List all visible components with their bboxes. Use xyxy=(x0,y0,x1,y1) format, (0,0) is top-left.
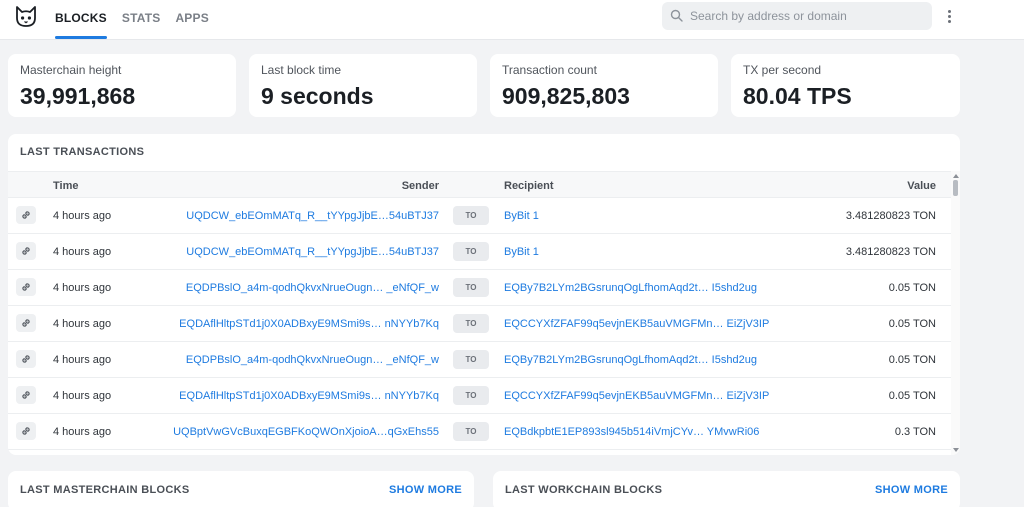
tx-sender-link[interactable]: UQDCW_ebEOmMATq_R__tYYpgJjbE…54uBTJ37 xyxy=(186,210,439,222)
cat-logo-icon[interactable] xyxy=(14,5,38,29)
link-button[interactable] xyxy=(16,206,36,224)
tx-time: 4 hours ago xyxy=(53,390,112,402)
tx-recipient-link[interactable]: EQBy7B2LYm2BGsrunqOgLfhomAqd2t… I5shd2ug xyxy=(504,282,757,294)
stat-card-tps: TX per second 80.04 TPS xyxy=(731,54,960,117)
table-row: 4 hours ago UQBptVwGVcBuxqEGBFKoQWOnXjoio… xyxy=(8,414,951,450)
table-row: 4 hours ago UQDCW_ebEOmMATq_R__tYYpgJjbE…… xyxy=(8,234,951,270)
stat-value: 9 seconds xyxy=(261,83,374,109)
tx-recipient-link[interactable]: ByBit 1 xyxy=(504,246,539,258)
tx-value: 0.05 TON xyxy=(888,318,936,330)
tx-recipient-link[interactable]: EQBy7B2LYm2BGsrunqOgLfhomAqd2t… I5shd2ug xyxy=(504,354,757,366)
column-sender: Sender xyxy=(401,180,439,192)
link-icon xyxy=(22,247,30,255)
table-row: 4 hours ago EQDPBslO_a4m-qodhQkvxNrueOugn… xyxy=(8,342,951,378)
tx-recipient-link[interactable]: EQCCYXfZFAF99q5evjnEKB5auVMGFMn… EiZjV3I… xyxy=(504,390,769,402)
table-row: 4 hours ago EQDPBslO_a4m-qodhQkvxNrueOugn… xyxy=(8,270,951,306)
to-badge: TO xyxy=(453,350,489,369)
to-badge: TO xyxy=(453,422,489,441)
to-badge: TO xyxy=(453,278,489,297)
tx-value: 0.3 TON xyxy=(894,426,936,438)
stat-value: 909,825,803 xyxy=(502,83,630,109)
scroll-down-icon[interactable] xyxy=(953,448,959,452)
panel-title: LAST WORKCHAIN BLOCKS xyxy=(505,484,663,496)
link-button[interactable] xyxy=(16,314,36,332)
to-badge: TO xyxy=(453,206,489,225)
link-icon xyxy=(22,427,30,435)
tx-recipient-link[interactable]: ByBit 1 xyxy=(504,210,539,222)
column-recipient: Recipient xyxy=(504,180,554,192)
show-more-masterchain-button[interactable]: SHOW MORE xyxy=(389,484,462,496)
stat-label: Masterchain height xyxy=(20,63,122,77)
tx-recipient-link[interactable]: EQCCYXfZFAF99q5evjnEKB5auVMGFMn… EiZjV3I… xyxy=(504,318,769,330)
link-button[interactable] xyxy=(16,386,36,404)
stat-value: 80.04 TPS xyxy=(743,83,852,109)
tx-value: 0.05 TON xyxy=(888,390,936,402)
link-button[interactable] xyxy=(16,350,36,368)
stat-label: Transaction count xyxy=(502,63,597,77)
stat-value: 39,991,868 xyxy=(20,83,136,109)
tx-time: 4 hours ago xyxy=(53,426,112,438)
more-vertical-icon[interactable] xyxy=(942,8,956,26)
search-box xyxy=(662,2,932,30)
tx-value: 3.481280823 TON xyxy=(845,210,936,222)
link-icon xyxy=(22,211,30,219)
link-button[interactable] xyxy=(16,242,36,260)
tx-value: 0.05 TON xyxy=(888,282,936,294)
stat-card-transaction-count: Transaction count 909,825,803 xyxy=(490,54,718,117)
main-nav: BLOCKS STATS APPS xyxy=(55,0,224,40)
tab-stats[interactable]: STATS xyxy=(122,0,161,40)
tx-sender-link[interactable]: EQDAflHltpSTd1j0X0ADBxyE9MSmi9s… nNYYb7K… xyxy=(179,318,439,330)
stat-label: Last block time xyxy=(261,63,342,77)
search-input[interactable] xyxy=(690,2,926,30)
top-header: BLOCKS STATS APPS xyxy=(0,0,1024,40)
scroll-thumb[interactable] xyxy=(953,180,958,196)
to-badge: TO xyxy=(453,386,489,405)
scroll-up-icon[interactable] xyxy=(953,174,959,178)
last-workchain-blocks-panel: LAST WORKCHAIN BLOCKS SHOW MORE xyxy=(493,471,960,507)
tx-recipient-link[interactable]: EQBdkpbtE1EP893sl945b514iVmjCYv… YMvwRi0… xyxy=(504,426,759,438)
tx-value: 0.05 TON xyxy=(888,354,936,366)
link-button[interactable] xyxy=(16,278,36,296)
link-icon xyxy=(22,391,30,399)
panel-title: LAST MASTERCHAIN BLOCKS xyxy=(20,484,190,496)
tx-sender-link[interactable]: UQBptVwGVcBuxqEGBFKoQWOnXjoioA…qGxEhs55 xyxy=(173,426,439,438)
tx-time: 4 hours ago xyxy=(53,354,112,366)
link-icon xyxy=(22,319,30,327)
table-header: Time Sender Recipient Value xyxy=(8,171,951,198)
tx-value: 3.481280823 TON xyxy=(845,246,936,258)
search-icon xyxy=(670,9,683,22)
stat-card-masterchain-height: Masterchain height 39,991,868 xyxy=(8,54,236,117)
tx-sender-link[interactable]: UQDCW_ebEOmMATq_R__tYYpgJjbE…54uBTJ37 xyxy=(186,246,439,258)
table-row: 4 hours ago EQDAflHltpSTd1j0X0ADBxyE9MSmi… xyxy=(8,378,951,414)
show-more-workchain-button[interactable]: SHOW MORE xyxy=(875,484,948,496)
stat-label: TX per second xyxy=(743,63,822,77)
tab-apps[interactable]: APPS xyxy=(175,0,208,40)
to-badge: TO xyxy=(453,242,489,261)
last-transactions-panel: LAST TRANSACTIONS Time Sender Recipient … xyxy=(8,134,960,455)
tx-time: 4 hours ago xyxy=(53,318,112,330)
panel-title: LAST TRANSACTIONS xyxy=(20,146,145,158)
tx-time: 4 hours ago xyxy=(53,246,112,258)
tab-blocks[interactable]: BLOCKS xyxy=(55,0,107,40)
tx-sender-link[interactable]: EQDAflHltpSTd1j0X0ADBxyE9MSmi9s… nNYYb7K… xyxy=(179,390,439,402)
column-time: Time xyxy=(53,180,79,192)
link-icon xyxy=(22,355,30,363)
table-row: 4 hours ago EQDAflHltpSTd1j0X0ADBxyE9MSmi… xyxy=(8,306,951,342)
tx-time: 4 hours ago xyxy=(53,210,112,222)
scrollbar[interactable] xyxy=(951,171,960,455)
table-row: 4 hours ago UQDCW_ebEOmMATq_R__tYYpgJjbE…… xyxy=(8,198,951,234)
link-button[interactable] xyxy=(16,422,36,440)
tx-time: 4 hours ago xyxy=(53,282,112,294)
tx-sender-link[interactable]: EQDPBslO_a4m-qodhQkvxNrueOugn… _eNfQF_w xyxy=(186,354,439,366)
transactions-list: 4 hours ago UQDCW_ebEOmMATq_R__tYYpgJjbE…… xyxy=(8,198,951,450)
link-icon xyxy=(22,283,30,291)
last-masterchain-blocks-panel: LAST MASTERCHAIN BLOCKS SHOW MORE xyxy=(8,471,474,507)
stat-card-last-block-time: Last block time 9 seconds xyxy=(249,54,477,117)
to-badge: TO xyxy=(453,314,489,333)
tx-sender-link[interactable]: EQDPBslO_a4m-qodhQkvxNrueOugn… _eNfQF_w xyxy=(186,282,439,294)
column-value: Value xyxy=(907,180,936,192)
